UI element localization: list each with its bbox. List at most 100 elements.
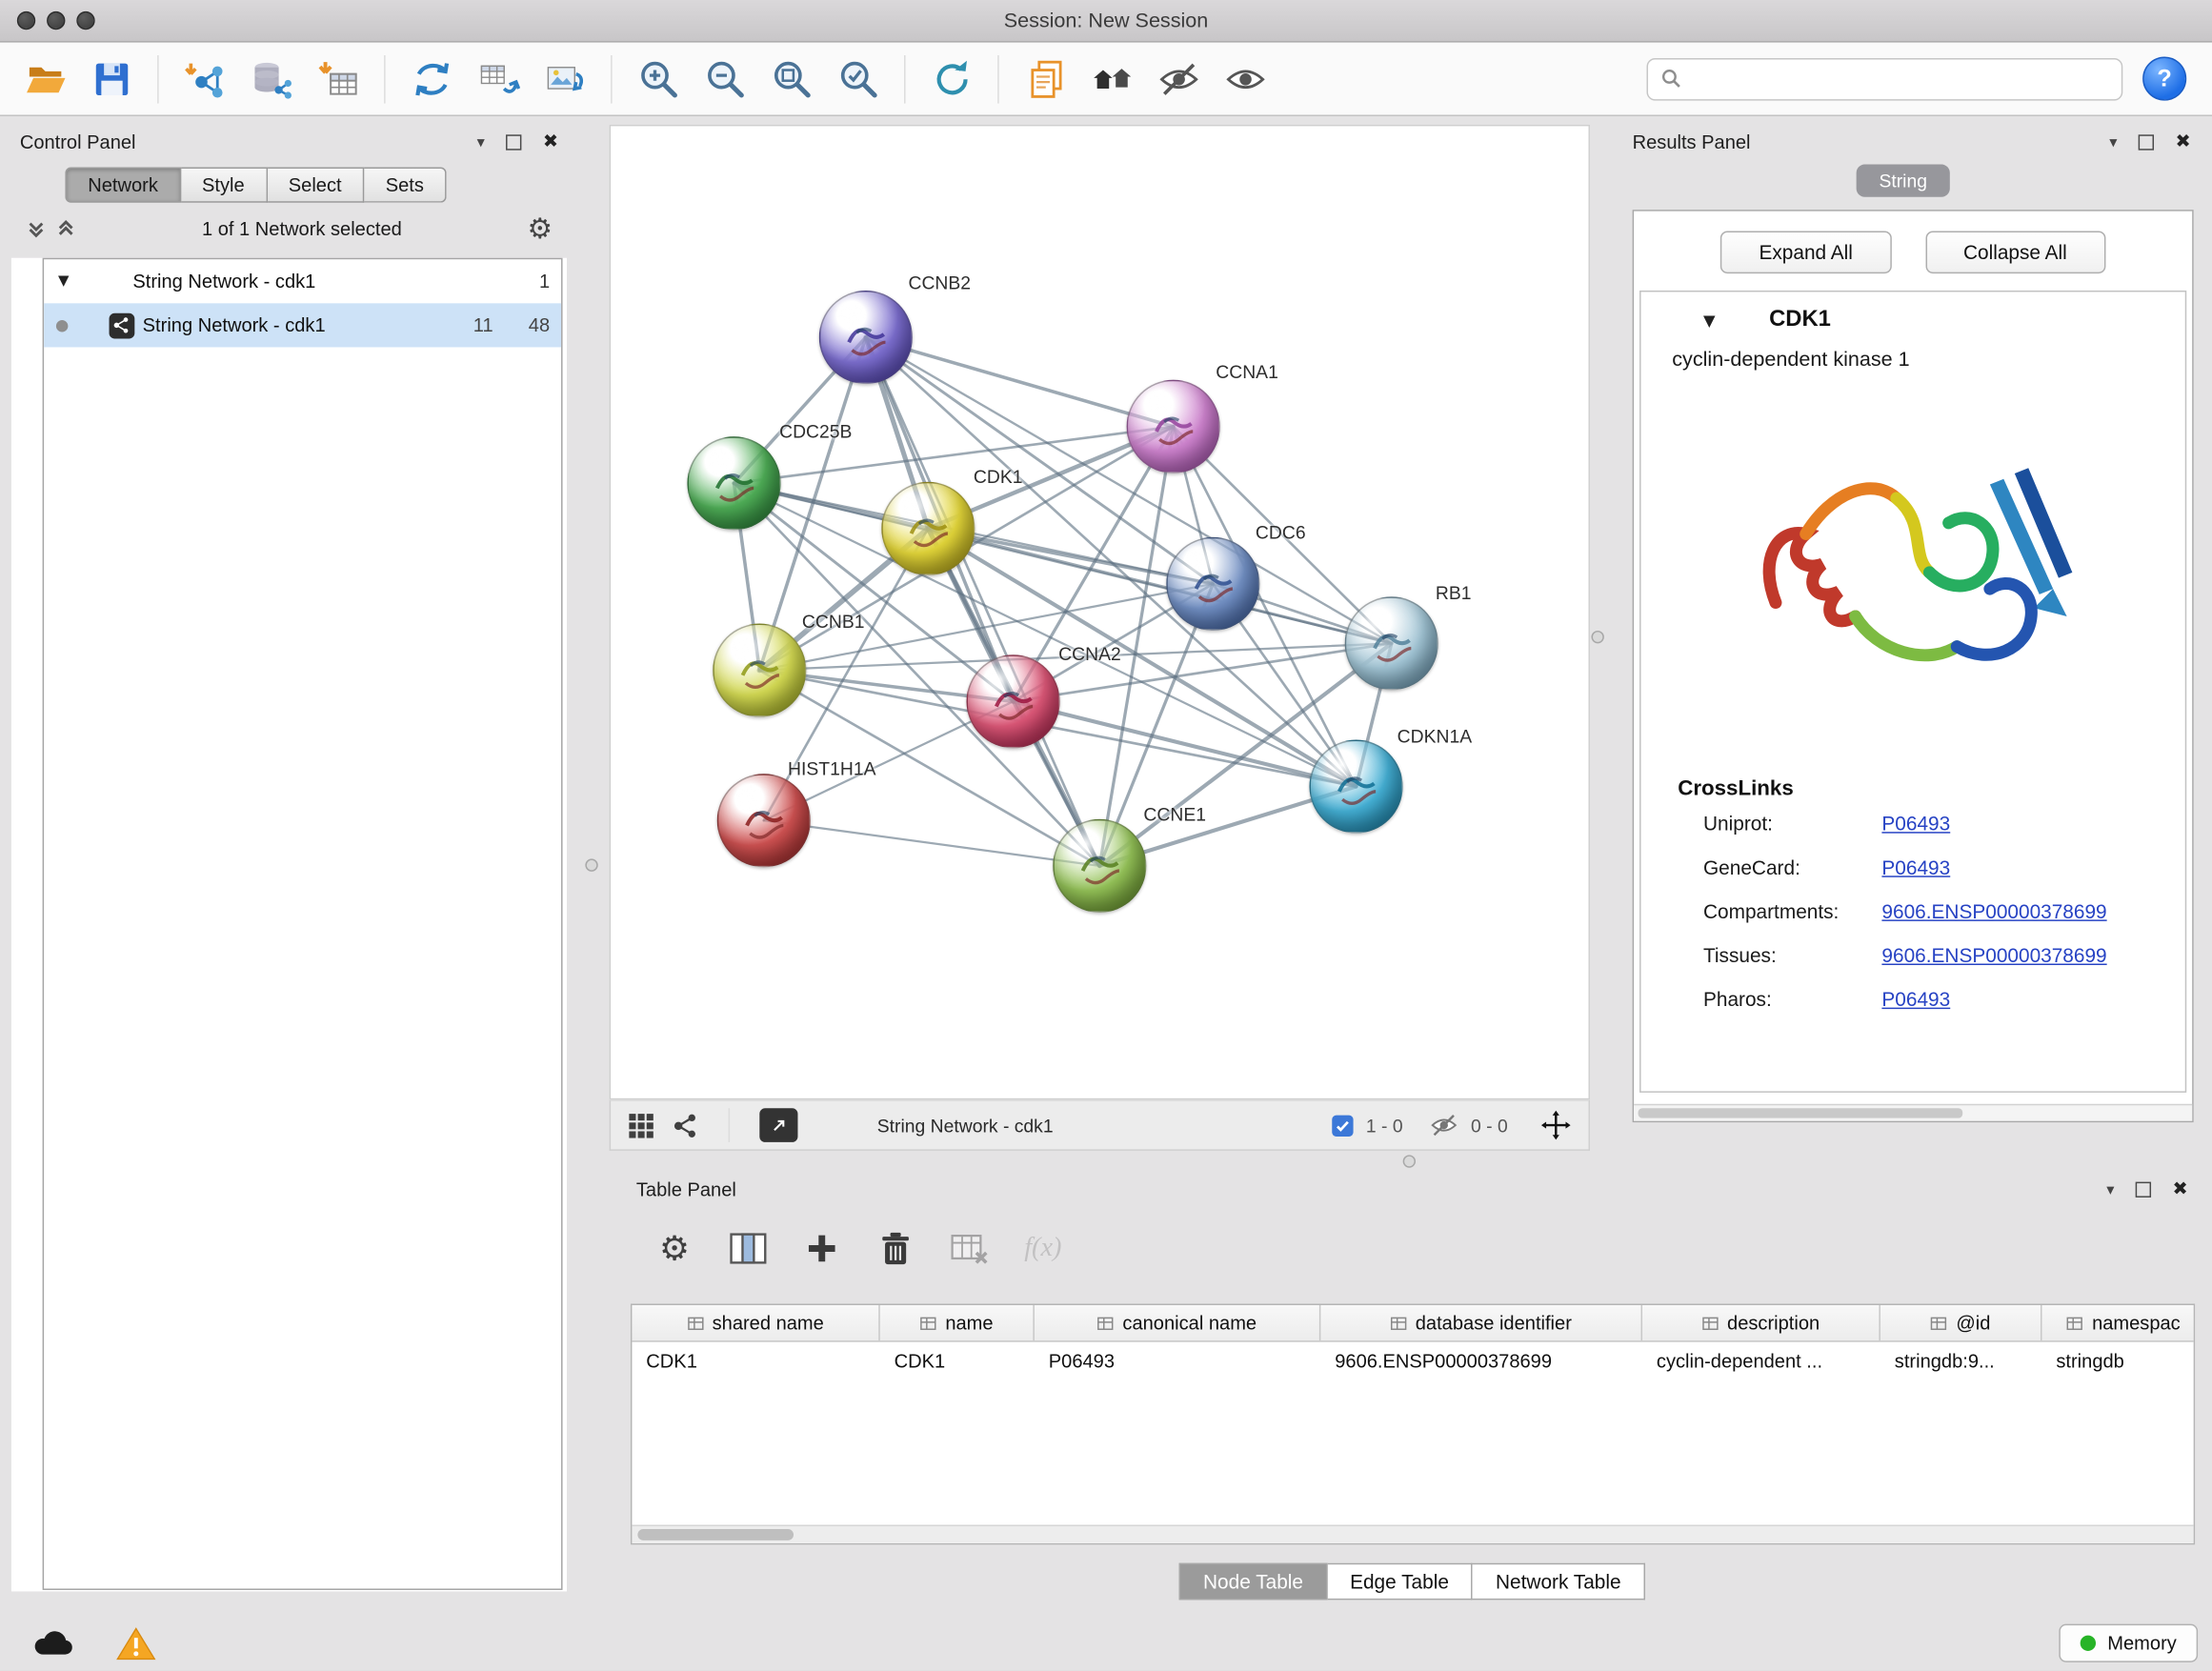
grid-view-icon[interactable]: [628, 1112, 654, 1138]
network-node-label: CCNA2: [1058, 643, 1121, 664]
crosslink-link[interactable]: P06493: [1881, 987, 1950, 1010]
zoom-selected-button[interactable]: [825, 48, 892, 110]
help-button[interactable]: ?: [2142, 57, 2186, 101]
float-panel-icon[interactable]: ▾: [2109, 132, 2117, 151]
import-network-database-button[interactable]: [238, 48, 305, 110]
selected-checkbox-icon[interactable]: [1332, 1115, 1353, 1136]
right-splitter-grip[interactable]: [1591, 631, 1603, 643]
tab-select[interactable]: Select: [267, 168, 364, 203]
detach-panel-icon[interactable]: [2139, 134, 2154, 150]
documents-button[interactable]: [1012, 48, 1078, 110]
import-table-button[interactable]: [305, 48, 372, 110]
results-horizontal-scrollbar[interactable]: [1634, 1104, 2192, 1121]
first-neighbors-button[interactable]: [1078, 48, 1145, 110]
column-header-description[interactable]: description: [1642, 1305, 1880, 1340]
network-collection-row[interactable]: ▼ String Network - cdk1 1: [44, 259, 561, 303]
detach-panel-icon[interactable]: [506, 134, 521, 150]
column-header-namespac[interactable]: namespac: [2042, 1305, 2196, 1340]
table-horizontal-scrollbar[interactable]: [632, 1525, 2193, 1543]
crosslink-link[interactable]: 9606.ENSP00000378699: [1881, 943, 2106, 966]
column-header--id[interactable]: @id: [1880, 1305, 2042, 1340]
crosslink-link[interactable]: P06493: [1881, 812, 1950, 835]
collapse-all-icon[interactable]: [26, 217, 47, 238]
tab-network-table[interactable]: Network Table: [1473, 1563, 1645, 1601]
memory-button[interactable]: Memory: [2060, 1623, 2198, 1661]
string-results-tab[interactable]: String: [1857, 165, 1950, 197]
left-splitter-grip[interactable]: [585, 858, 597, 871]
network-node-ccnb1[interactable]: [713, 624, 806, 717]
network-node-cdc6[interactable]: [1166, 537, 1259, 631]
network-from-table-button[interactable]: [465, 48, 532, 110]
import-network-file-button[interactable]: [171, 48, 238, 110]
save-session-button[interactable]: [78, 48, 145, 110]
crosslink-row: Tissues: 9606.ENSP00000378699: [1641, 933, 2185, 976]
network-node-rb1[interactable]: [1345, 596, 1438, 690]
hide-selected-button[interactable]: [1145, 48, 1212, 110]
tab-node-table[interactable]: Node Table: [1179, 1563, 1328, 1601]
table-cell[interactable]: stringdb: [2042, 1342, 2196, 1380]
gene-section-expander-icon[interactable]: ▼: [1703, 312, 1716, 330]
float-panel-icon[interactable]: ▾: [2106, 1179, 2114, 1198]
hidden-eye-slash-icon[interactable]: [1430, 1111, 1458, 1139]
crosslink-link[interactable]: 9606.ENSP00000378699: [1881, 899, 2106, 922]
tab-style[interactable]: Style: [181, 168, 268, 203]
network-node-cdkn1a[interactable]: [1309, 739, 1402, 833]
tab-edge-table[interactable]: Edge Table: [1327, 1563, 1473, 1601]
column-header-name[interactable]: name: [880, 1305, 1035, 1340]
export-image-button[interactable]: [532, 48, 598, 110]
table-cell[interactable]: 9606.ENSP00000378699: [1320, 1342, 1642, 1380]
close-panel-icon[interactable]: ✖: [543, 131, 558, 152]
network-node-cdk1[interactable]: [881, 482, 975, 575]
close-panel-icon[interactable]: ✖: [2175, 131, 2190, 152]
crosslink-link[interactable]: P06493: [1881, 856, 1950, 878]
network-node-ccna2[interactable]: [966, 654, 1059, 748]
table-cell[interactable]: CDK1: [632, 1342, 879, 1380]
clone-network-button[interactable]: [398, 48, 465, 110]
table-cell[interactable]: stringdb:9...: [1880, 1342, 2042, 1380]
double-arrows-icon: [411, 57, 453, 100]
annotation-mode-button[interactable]: [759, 1108, 797, 1142]
network-node-ccne1[interactable]: [1053, 819, 1146, 913]
network-node-cdc25b[interactable]: [687, 436, 780, 530]
column-header-shared-name[interactable]: shared name: [632, 1305, 879, 1340]
table-cell[interactable]: P06493: [1035, 1342, 1320, 1380]
zoom-out-button[interactable]: [692, 48, 758, 110]
zoom-fit-button[interactable]: [758, 48, 825, 110]
collection-expander-icon[interactable]: ▼: [58, 273, 69, 289]
bottom-splitter-grip[interactable]: [1403, 1155, 1416, 1167]
table-cell[interactable]: cyclin-dependent ...: [1642, 1342, 1880, 1380]
expand-all-icon[interactable]: [55, 217, 76, 238]
network-view-icon[interactable]: [672, 1112, 698, 1138]
float-panel-icon[interactable]: ▾: [477, 132, 485, 151]
detach-panel-icon[interactable]: [2136, 1181, 2151, 1197]
close-panel-icon[interactable]: ✖: [2172, 1178, 2187, 1199]
network-canvas[interactable]: CCNB2CCNA1CDC25BCDK1CDC6RB1CCNB1CCNA2CDK…: [610, 125, 1590, 1099]
table-options-gear-button[interactable]: ⚙: [651, 1224, 699, 1273]
delete-column-button[interactable]: [872, 1224, 920, 1273]
create-column-button[interactable]: [797, 1224, 846, 1273]
toolbar-separator: [904, 54, 905, 103]
network-node-label: CCNA1: [1216, 361, 1278, 382]
table-cell[interactable]: CDK1: [880, 1342, 1035, 1380]
network-options-gear-icon[interactable]: ⚙: [527, 211, 553, 246]
cloud-status-icon[interactable]: [31, 1627, 74, 1659]
birds-eye-move-icon[interactable]: [1540, 1110, 1572, 1141]
tab-network[interactable]: Network: [65, 168, 180, 203]
column-header-canonical-name[interactable]: canonical name: [1035, 1305, 1320, 1340]
tab-sets[interactable]: Sets: [364, 168, 446, 203]
network-node-hist1h1a[interactable]: [717, 774, 811, 867]
collapse-all-button[interactable]: Collapse All: [1925, 231, 2105, 273]
show-all-button[interactable]: [1212, 48, 1278, 110]
table-row[interactable]: CDK1CDK1P064939606.ENSP00000378699cyclin…: [632, 1342, 2193, 1380]
open-session-button[interactable]: [11, 48, 78, 110]
network-node-ccna1[interactable]: [1127, 380, 1220, 473]
search-input[interactable]: [1692, 68, 2108, 89]
zoom-in-button[interactable]: [625, 48, 692, 110]
network-node-ccnb2[interactable]: [819, 291, 913, 384]
show-columns-button[interactable]: [724, 1224, 773, 1273]
expand-all-button[interactable]: Expand All: [1720, 231, 1891, 273]
refresh-layout-button[interactable]: [918, 48, 985, 110]
network-row-selected[interactable]: ● String Network - cdk1 11 48: [44, 303, 561, 347]
warning-icon[interactable]: [116, 1624, 156, 1660]
column-header-database-identifier[interactable]: database identifier: [1320, 1305, 1642, 1340]
